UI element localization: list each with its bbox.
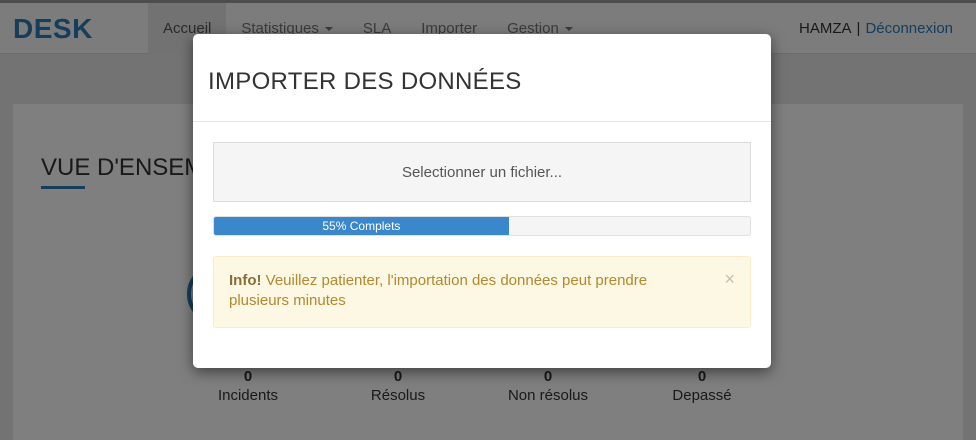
modal-header: IMPORTER DES DONNÉES xyxy=(193,34,771,122)
close-icon[interactable]: × xyxy=(724,269,735,289)
alert-text: Veuillez patienter, l'importation des do… xyxy=(229,272,648,309)
select-file-button[interactable]: Selectionner un fichier... xyxy=(213,142,751,202)
import-modal: IMPORTER DES DONNÉES Selectionner un fic… xyxy=(193,34,771,368)
progress-label: 55% Complets xyxy=(322,219,401,233)
info-alert: Info! Veuillez patienter, l'importation … xyxy=(213,256,751,328)
alert-strong: Info! xyxy=(229,272,262,289)
progress-bar-track: 55% Complets xyxy=(213,216,751,236)
modal-title: IMPORTER DES DONNÉES xyxy=(208,68,522,95)
progress-bar-fill: 55% Complets xyxy=(214,217,509,235)
